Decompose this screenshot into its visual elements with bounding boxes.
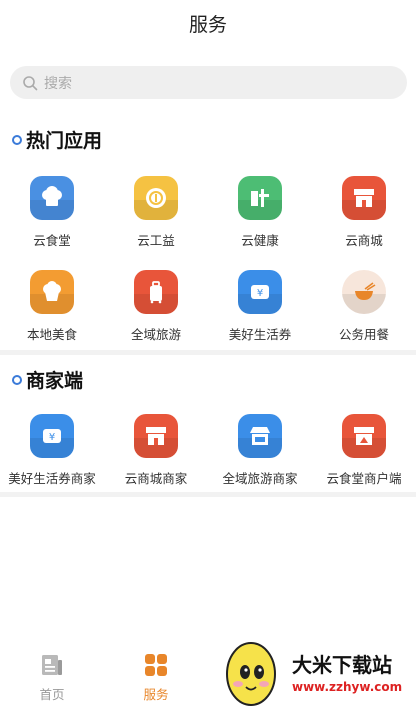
svg-text:¥: ¥	[257, 288, 263, 299]
search-placeholder: 搜索	[44, 75, 72, 92]
search-icon	[23, 75, 38, 90]
tab-label: 服务	[143, 687, 169, 702]
ticket-icon: ¥	[30, 414, 74, 458]
ticket-icon: ¥	[238, 270, 282, 314]
app-label: 云商城商家	[124, 471, 188, 486]
app-label: 美好生活券	[228, 327, 292, 342]
app-label: 公务用餐	[338, 327, 389, 342]
search-input[interactable]: 搜索	[10, 66, 407, 99]
page-title: 服务	[188, 13, 227, 36]
section-title-merchant: 商家端	[12, 366, 83, 393]
cupcake-icon	[30, 270, 74, 314]
stall-icon	[342, 414, 386, 458]
rice-mascot-logo	[226, 642, 276, 706]
app-item-lvyou-merchant[interactable]: 全域旅游商家	[208, 414, 312, 487]
app-item-gongwuyongcan[interactable]: 公务用餐	[312, 270, 416, 343]
app-item-yunshangcheng[interactable]: 云商城	[312, 176, 416, 249]
app-label: 云健康	[241, 233, 279, 248]
app-label: 本地美食	[26, 327, 77, 342]
app-item-meihao-merchant[interactable]: ¥ 美好生活券商家	[0, 414, 104, 487]
section-title-text: 商家端	[26, 370, 84, 392]
app-label: 美好生活券商家	[8, 471, 96, 486]
popular-row-2: 本地美食 全域旅游 ¥ 美好生活券 公务用餐	[0, 270, 416, 343]
app-item-shitang-merchant[interactable]: 云食堂商户端	[312, 414, 416, 487]
chef-hat-icon	[30, 176, 74, 220]
watermark-url: www.zzhyw.com	[292, 679, 403, 694]
watermark-title: 大米下载站	[292, 652, 392, 677]
app-label: 全域旅游商家	[222, 471, 298, 486]
coin-badge-icon	[134, 176, 178, 220]
section-title-popular: 热门应用	[12, 126, 102, 153]
app-item-quanyulvyou[interactable]: 全域旅游	[104, 270, 208, 343]
page-header: 服务	[0, 0, 416, 46]
section-dot-icon	[12, 374, 22, 385]
app-item-yungongyi[interactable]: 云工益	[104, 176, 208, 249]
storefront-icon	[238, 414, 282, 458]
site-watermark: 大米下载站 www.zzhyw.com	[216, 632, 416, 710]
shop-icon	[134, 414, 178, 458]
health-icon	[238, 176, 282, 220]
luggage-icon	[134, 270, 178, 314]
newspaper-icon	[42, 655, 62, 675]
app-label: 云工益	[137, 233, 175, 248]
tab-label: 首页	[39, 687, 65, 702]
section-divider	[0, 350, 416, 355]
section-dot-icon	[12, 134, 22, 145]
section-divider	[0, 492, 416, 497]
section-title-text: 热门应用	[26, 130, 103, 152]
app-label: 全域旅游	[130, 327, 181, 342]
svg-text:¥: ¥	[49, 432, 55, 443]
app-item-yunjiankang[interactable]: 云健康	[208, 176, 312, 249]
bowl-icon	[342, 270, 386, 314]
app-item-yunshitang[interactable]: 云食堂	[0, 176, 104, 249]
app-label: 云商城	[345, 233, 383, 248]
app-item-bendimeishi[interactable]: 本地美食	[0, 270, 104, 343]
app-item-meihaoshenghuoquan[interactable]: ¥ 美好生活券	[208, 270, 312, 343]
app-label: 云食堂	[33, 233, 71, 248]
app-item-yunshangcheng-merchant[interactable]: 云商城商家	[104, 414, 208, 487]
app-label: 云食堂商户端	[326, 471, 402, 486]
tab-services[interactable]: 服务	[104, 642, 208, 710]
grid-icon	[145, 654, 167, 676]
shop-icon	[342, 176, 386, 220]
merchant-row: ¥ 美好生活券商家 云商城商家 全域旅游商家 云食堂商户端	[0, 414, 416, 487]
popular-row-1: 云食堂 云工益 云健康 云商城	[0, 176, 416, 249]
tab-home[interactable]: 首页	[0, 642, 104, 710]
